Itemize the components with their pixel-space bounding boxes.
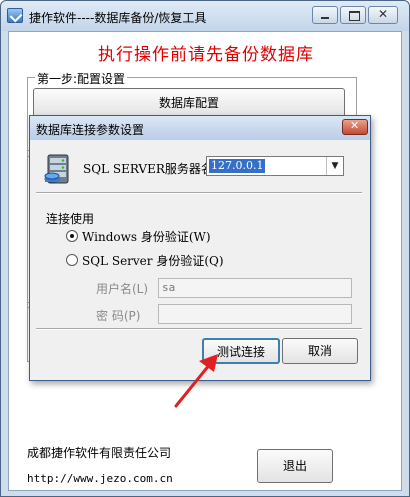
server-name-label: SQL SERVER服务器名称: [83, 162, 225, 176]
dialog-title: 数据库连接参数设置: [36, 123, 145, 137]
db-connection-dialog: 数据库连接参数设置 SQL SERVER服务器名称 127.0.0.1 ▼ 连接…: [29, 115, 371, 381]
database-server-icon: [44, 154, 69, 184]
cancel-button[interactable]: 取消: [282, 338, 358, 364]
dialog-close-button[interactable]: [342, 119, 368, 135]
main-window-title: 捷作软件----数据库备份/恢复工具: [29, 11, 207, 25]
sql-auth-radio[interactable]: [66, 254, 78, 266]
close-button[interactable]: [368, 6, 398, 24]
password-field[interactable]: [158, 304, 352, 324]
dialog-title-bar[interactable]: 数据库连接参数设置: [30, 116, 370, 140]
sql-auth-label[interactable]: SQL Server 身份验证(Q): [82, 252, 224, 269]
app-icon: [7, 8, 23, 23]
username-field[interactable]: sa: [158, 278, 352, 298]
db-config-button[interactable]: 数据库配置: [33, 88, 345, 118]
step1-label: 第一步:配置设置: [35, 70, 128, 87]
divider: [36, 192, 362, 194]
chevron-down-icon[interactable]: ▼: [326, 157, 343, 175]
company-url: http://www.jezo.com.cn: [27, 472, 173, 485]
maximize-button[interactable]: [340, 6, 366, 24]
server-name-select[interactable]: 127.0.0.1 ▼: [206, 156, 344, 176]
connection-label: 连接使用: [46, 212, 95, 226]
server-name-value: 127.0.0.1: [209, 159, 266, 173]
divider: [36, 328, 362, 330]
password-label: 密 码(P): [96, 309, 141, 323]
exit-button[interactable]: 退出: [257, 449, 333, 483]
username-label: 用户名(L): [96, 282, 149, 296]
windows-auth-radio[interactable]: [66, 230, 78, 242]
company-name: 成都捷作软件有限责任公司: [27, 446, 172, 460]
minimize-button[interactable]: [312, 6, 338, 24]
backup-warning: 执行操作前请先备份数据库: [98, 45, 314, 65]
main-title-bar[interactable]: 捷作软件----数据库备份/恢复工具: [1, 1, 409, 31]
test-connection-button[interactable]: 测试连接: [202, 338, 280, 364]
windows-auth-label[interactable]: Windows 身份验证(W): [82, 228, 211, 245]
